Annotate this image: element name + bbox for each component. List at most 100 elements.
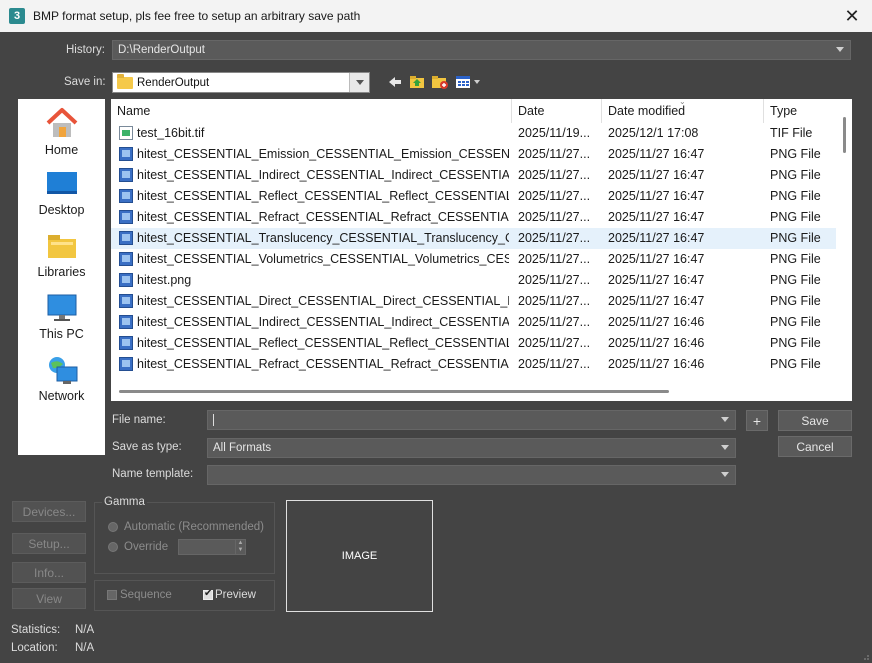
place-home[interactable]: Home bbox=[18, 107, 105, 157]
history-label: History: bbox=[66, 44, 105, 56]
file-modified-cell: 2025/12/1 17:08 bbox=[608, 126, 699, 140]
automatic-radio[interactable] bbox=[108, 522, 118, 532]
setup-button[interactable]: Setup... bbox=[12, 533, 86, 554]
file-date-cell: 2025/11/27... bbox=[518, 336, 591, 350]
file-type-cell: PNG File bbox=[770, 336, 821, 350]
horizontal-scrollbar[interactable] bbox=[119, 390, 669, 393]
file-name-label: File name: bbox=[112, 414, 166, 426]
png-file-icon bbox=[119, 336, 133, 350]
file-type-cell: PNG File bbox=[770, 315, 821, 329]
column-separator[interactable] bbox=[511, 99, 512, 123]
png-file-icon bbox=[119, 210, 133, 224]
statistics-value: N/A bbox=[75, 624, 95, 636]
override-label: Override bbox=[124, 541, 169, 553]
file-name-cell: hitest_CESSENTIAL_Refract_CESSENTIAL_Ref… bbox=[137, 210, 509, 224]
save-in-dropdown[interactable]: RenderOutput bbox=[112, 72, 370, 93]
file-row[interactable]: hitest_CESSENTIAL_Translucency_CESSENTIA… bbox=[111, 228, 836, 249]
chevron-down-icon[interactable] bbox=[721, 417, 729, 422]
file-list[interactable]: Name Date Date modified ⌄ Type test_16bi… bbox=[111, 99, 852, 401]
png-file-icon bbox=[119, 168, 133, 182]
file-date-cell: 2025/11/27... bbox=[518, 315, 591, 329]
file-row[interactable]: hitest_CESSENTIAL_Indirect_CESSENTIAL_In… bbox=[111, 165, 836, 186]
file-row[interactable]: hitest_CESSENTIAL_Indirect_CESSENTIAL_In… bbox=[111, 312, 836, 333]
chevron-down-icon bbox=[836, 47, 844, 52]
new-folder-icon[interactable] bbox=[431, 74, 449, 90]
automatic-label: Automatic (Recommended) bbox=[124, 521, 264, 533]
history-dropdown[interactable]: D:\RenderOutput bbox=[112, 40, 851, 60]
file-date-cell: 2025/11/27... bbox=[518, 147, 591, 161]
file-row[interactable]: hitest.png 2025/11/27... 2025/11/27 16:47 P… bbox=[111, 270, 836, 291]
view-menu-icon[interactable] bbox=[455, 74, 483, 90]
override-spinner[interactable]: ▲ ▼ bbox=[178, 539, 246, 555]
cancel-button[interactable]: Cancel bbox=[778, 436, 852, 457]
info-button[interactable]: Info... bbox=[12, 562, 86, 583]
vertical-scrollbar[interactable] bbox=[843, 117, 846, 153]
file-type-cell: PNG File bbox=[770, 294, 821, 308]
file-date-cell: 2025/11/27... bbox=[518, 294, 591, 308]
column-separator[interactable] bbox=[763, 99, 764, 123]
save-in-label: Save in: bbox=[64, 76, 106, 88]
statistics-label: Statistics: bbox=[11, 624, 61, 636]
resize-grip-icon[interactable] bbox=[860, 651, 870, 661]
override-radio[interactable] bbox=[108, 542, 118, 552]
png-file-icon bbox=[119, 273, 133, 287]
file-row[interactable]: hitest_CESSENTIAL_Refract_CESSENTIAL_Ref… bbox=[111, 354, 836, 375]
back-arrow-icon[interactable] bbox=[386, 74, 404, 90]
place-network[interactable]: Network bbox=[18, 355, 105, 403]
view-button[interactable]: View bbox=[12, 588, 86, 609]
file-name-input[interactable] bbox=[207, 410, 736, 430]
file-modified-cell: 2025/11/27 16:47 bbox=[608, 168, 705, 182]
place-libraries[interactable]: Libraries bbox=[18, 231, 105, 279]
column-separator[interactable] bbox=[601, 99, 602, 123]
file-type-cell: PNG File bbox=[770, 189, 821, 203]
file-date-cell: 2025/11/27... bbox=[518, 357, 591, 371]
file-row[interactable]: hitest_CESSENTIAL_Reflect_CESSENTIAL_Ref… bbox=[111, 186, 836, 207]
file-name-cell: hitest_CESSENTIAL_Indirect_CESSENTIAL_In… bbox=[137, 168, 509, 182]
place-this-pc[interactable]: This PC bbox=[18, 293, 105, 341]
save-button[interactable]: Save bbox=[778, 410, 852, 431]
app-icon: 3 bbox=[9, 8, 25, 24]
place-label: This PC bbox=[39, 327, 84, 341]
name-template-dropdown[interactable] bbox=[207, 465, 736, 485]
sequence-checkbox[interactable] bbox=[107, 590, 117, 600]
text-cursor bbox=[213, 414, 214, 426]
devices-button[interactable]: Devices... bbox=[12, 501, 86, 522]
save-as-type-value: All Formats bbox=[213, 442, 272, 454]
preview-label: Preview bbox=[215, 589, 256, 601]
up-folder-icon[interactable] bbox=[408, 74, 426, 90]
column-name[interactable]: Name bbox=[117, 104, 150, 118]
place-label: Home bbox=[44, 143, 79, 157]
file-row[interactable]: hitest_CESSENTIAL_Direct_CESSENTIAL_Dire… bbox=[111, 291, 836, 312]
place-label: Network bbox=[38, 389, 85, 403]
file-row[interactable]: hitest_CESSENTIAL_Emission_CESSENTIAL_Em… bbox=[111, 144, 836, 165]
file-modified-cell: 2025/11/27 16:47 bbox=[608, 231, 705, 245]
file-date-cell: 2025/11/19... bbox=[518, 126, 591, 140]
close-icon[interactable]: ✕ bbox=[840, 4, 864, 28]
save-as-type-dropdown[interactable]: All Formats bbox=[207, 438, 736, 458]
chevron-down-icon[interactable] bbox=[349, 73, 369, 92]
file-name-cell: hitest_CESSENTIAL_Direct_CESSENTIAL_Dire… bbox=[137, 294, 509, 308]
file-modified-cell: 2025/11/27 16:47 bbox=[608, 252, 705, 266]
file-type-cell: PNG File bbox=[770, 252, 821, 266]
column-type[interactable]: Type bbox=[770, 104, 797, 118]
file-date-cell: 2025/11/27... bbox=[518, 210, 591, 224]
location-value: N/A bbox=[75, 642, 95, 654]
gamma-title: Gamma bbox=[102, 496, 147, 508]
column-date-modified[interactable]: Date modified bbox=[608, 104, 685, 118]
location-label: Location: bbox=[11, 642, 58, 654]
place-desktop[interactable]: Desktop bbox=[18, 169, 105, 217]
file-row[interactable]: test_16bit.tif 2025/11/19... 2025/12/1 17:… bbox=[111, 123, 836, 144]
sequence-label: Sequence bbox=[120, 589, 172, 601]
file-type-cell: PNG File bbox=[770, 147, 821, 161]
file-type-cell: TIF File bbox=[770, 126, 813, 140]
column-date[interactable]: Date bbox=[518, 104, 544, 118]
add-button[interactable]: + bbox=[746, 410, 768, 431]
spinner-arrows-icon[interactable]: ▲ ▼ bbox=[235, 540, 245, 554]
file-date-cell: 2025/11/27... bbox=[518, 252, 591, 266]
file-row[interactable]: hitest_CESSENTIAL_Refract_CESSENTIAL_Ref… bbox=[111, 207, 836, 228]
preview-checkbox[interactable] bbox=[203, 588, 213, 600]
file-name-cell: test_16bit.tif bbox=[137, 126, 205, 140]
file-name-cell: hitest_CESSENTIAL_Emission_CESSENTIAL_Em… bbox=[137, 147, 509, 161]
file-row[interactable]: hitest_CESSENTIAL_Reflect_CESSENTIAL_Ref… bbox=[111, 333, 836, 354]
file-row[interactable]: hitest_CESSENTIAL_Volumetrics_CESSENTIAL… bbox=[111, 249, 836, 270]
